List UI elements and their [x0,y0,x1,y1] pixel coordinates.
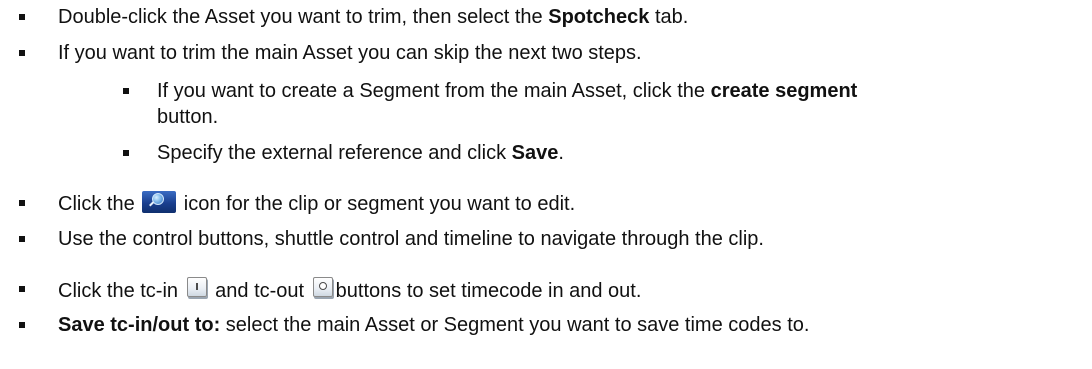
list-item: If you want to trim the main Asset you c… [58,41,642,65]
tc-out-icon [312,277,333,297]
list-item: Click the icon for the clip or segment y… [58,191,575,216]
step-text: Use the control buttons, shuttle control… [58,228,764,250]
magnifier-icon [142,191,177,213]
list-item: Use the control buttons, shuttle control… [58,227,764,251]
step-bold-text: Save tc-in/out to: [58,314,221,336]
tc-in-icon [186,277,207,297]
step-text: select the main Asset or Segment you wan… [220,314,810,336]
step-text: Double-click the Asset you want to trim,… [58,6,549,28]
step-text: . [558,142,564,164]
bullet [123,150,129,156]
step-text: Click the tc-in [58,280,184,302]
step-bold-text: Spotcheck [548,6,650,28]
step-text: buttons to set timecode in and out. [335,280,642,302]
step-text: If you want to trim the main Asset you c… [58,42,642,64]
step-text: and tc-out [209,280,310,302]
step-bold-text: create segment [710,80,858,102]
instruction-list: Double-click the Asset you want to trim,… [0,0,1092,369]
step-text: Click the [58,193,141,215]
list-item: If you want to create a Segment from the… [157,79,857,103]
list-item-continuation: button. [157,105,218,129]
bullet [19,14,25,20]
step-bold-text: Save [511,142,559,164]
step-text: tab. [649,6,689,28]
bullet [19,200,25,206]
bullet [19,50,25,56]
bullet [123,88,129,94]
bullet [19,322,25,328]
list-item: Click the tc-in and tc-out buttons to se… [58,277,641,303]
list-item: Specify the external reference and click… [157,141,564,165]
step-text: icon for the clip or segment you want to… [178,193,576,215]
bullet [19,236,25,242]
step-text: button. [157,106,219,128]
bullet [19,286,25,292]
step-text: Specify the external reference and click [157,142,512,164]
list-item: Double-click the Asset you want to trim,… [58,5,688,29]
list-item: Save tc-in/out to: select the main Asset… [58,313,809,337]
step-text: If you want to create a Segment from the… [157,80,711,102]
